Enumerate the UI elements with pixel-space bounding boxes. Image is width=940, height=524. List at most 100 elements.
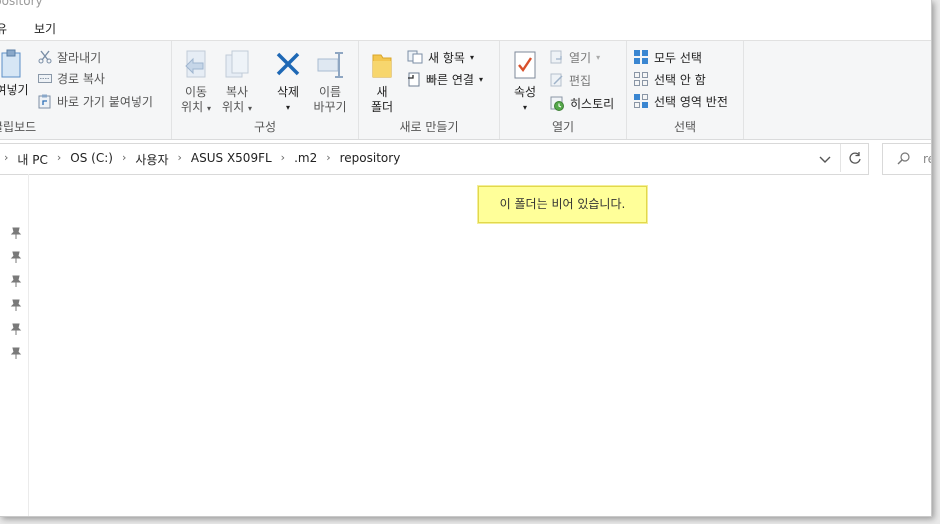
easy-access-icon	[408, 72, 420, 86]
group-organize: 이동 위치 ▾ 복사 위치 ▾ 삭제 ▾ 이름 바꾸기 구성	[172, 41, 359, 139]
window-title: pository	[0, 0, 43, 8]
breadcrumb-separator[interactable]: ›	[277, 151, 289, 168]
group-select-label: 선택	[673, 120, 697, 134]
group-new-label: 새로 만들기	[399, 120, 459, 134]
easy-access-dropdown-icon: ▾	[478, 74, 483, 84]
move-to-dropdown-icon: ▾	[206, 104, 211, 113]
history-button[interactable]: 히스토리	[550, 93, 614, 113]
scissors-icon	[38, 50, 52, 64]
pin-icon[interactable]	[10, 322, 22, 336]
new-item-label: 새 항목	[428, 50, 465, 65]
tab-share[interactable]: 유	[0, 20, 7, 37]
empty-folder-message: 이 폴더는 비어 있습니다.	[478, 186, 647, 223]
group-open-label: 열기	[551, 120, 575, 134]
select-none-button[interactable]: 선택 안 함	[633, 69, 706, 89]
new-folder-line1: 새	[376, 85, 388, 99]
select-none-label: 선택 안 함	[654, 72, 706, 87]
refresh-icon	[849, 152, 861, 164]
paste-shortcut-button[interactable]: 바로 가기 붙여넣기	[38, 91, 153, 111]
breadcrumb-this-pc[interactable]: 내 PC	[12, 151, 52, 168]
group-select: 모두 선택 선택 안 함 선택 영역 반전 선택	[627, 41, 744, 139]
navigation-pane	[0, 174, 29, 516]
breadcrumb-separator: ›	[4, 151, 9, 164]
breadcrumb: › 내 PC › OS (C:) › 사용자 › ASUS X509FL › .…	[0, 151, 405, 168]
paste-shortcut-icon	[38, 94, 51, 108]
properties-label: 속성	[513, 85, 537, 99]
open-label: 열기	[569, 50, 592, 65]
address-bar[interactable]: › 내 PC › OS (C:) › 사용자 › ASUS X509FL › .…	[0, 143, 869, 175]
delete-button[interactable]: 삭제 ▾	[270, 49, 306, 115]
select-all-icon	[634, 50, 648, 64]
new-folder-button[interactable]: 새 폴더	[365, 49, 399, 115]
new-item-icon	[407, 50, 423, 64]
breadcrumb-repository[interactable]: repository	[335, 151, 406, 168]
search-box[interactable]: re	[882, 143, 931, 175]
pin-icon[interactable]	[10, 226, 22, 240]
pin-icon[interactable]	[10, 250, 22, 264]
pin-icon[interactable]	[10, 346, 22, 360]
copy-path-icon	[38, 74, 52, 83]
cut-button[interactable]: 잘라내기	[38, 47, 101, 67]
pin-icon[interactable]	[10, 298, 22, 312]
paste-label: 여넣기	[0, 83, 29, 97]
group-organize-label: 구성	[253, 120, 277, 134]
copy-to-button[interactable]: 복사 위치 ▾	[217, 49, 257, 116]
open-icon	[550, 50, 562, 64]
open-button[interactable]: 열기 ▾	[550, 47, 600, 67]
ribbon: 여넣기 잘라내기 경로 복사	[0, 40, 931, 140]
pin-icon[interactable]	[10, 274, 22, 288]
copy-to-line2: 위치	[222, 100, 245, 114]
invert-selection-icon	[634, 94, 648, 108]
properties-icon	[514, 51, 536, 79]
tab-view[interactable]: 보기	[34, 20, 56, 37]
breadcrumb-separator[interactable]: ›	[118, 151, 130, 168]
new-item-button[interactable]: 새 항목 ▾	[407, 47, 474, 67]
breadcrumb-user-folder[interactable]: ASUS X509FL	[186, 151, 277, 168]
breadcrumb-separator[interactable]: ›	[53, 151, 65, 168]
copy-to-dropdown-icon: ▾	[247, 104, 252, 113]
breadcrumb-os-drive[interactable]: OS (C:)	[65, 151, 118, 168]
clipboard-icon	[1, 49, 21, 78]
copy-path-label: 경로 복사	[57, 71, 105, 86]
easy-access-button[interactable]: 빠른 연결 ▾	[407, 69, 483, 89]
easy-access-label: 빠른 연결	[426, 72, 474, 87]
copy-to-icon	[225, 50, 249, 78]
select-all-button[interactable]: 모두 선택	[633, 47, 702, 67]
properties-button[interactable]: 속성 ▾	[508, 49, 542, 115]
move-to-icon	[185, 50, 206, 78]
open-dropdown-icon: ▾	[596, 52, 601, 62]
cut-label: 잘라내기	[57, 50, 102, 65]
rename-icon	[317, 52, 343, 78]
new-item-dropdown-icon: ▾	[469, 52, 474, 62]
paste-shortcut-label: 바로 가기 붙여넣기	[57, 94, 153, 109]
folder-icon	[372, 54, 392, 78]
properties-dropdown-icon: ▾	[522, 103, 527, 112]
group-open: 속성 ▾ 열기 ▾ 편집 히스토리 열기	[500, 41, 627, 139]
copy-to-line1: 복사	[225, 85, 249, 99]
chevron-down-icon[interactable]	[816, 150, 834, 168]
delete-label: 삭제	[276, 85, 300, 99]
edit-button[interactable]: 편집	[550, 70, 591, 90]
move-to-line2: 위치	[181, 100, 204, 114]
select-none-icon	[634, 72, 648, 86]
move-to-button[interactable]: 이동 위치 ▾	[176, 49, 216, 116]
breadcrumb-users[interactable]: 사용자	[130, 151, 173, 168]
delete-x-icon	[276, 52, 300, 76]
history-icon	[550, 96, 564, 111]
move-to-line1: 이동	[184, 85, 208, 99]
paste-button[interactable]: 여넣기	[0, 49, 32, 98]
group-clipboard: 여넣기 잘라내기 경로 복사	[0, 41, 172, 139]
search-placeholder: re	[923, 152, 931, 166]
search-icon	[897, 152, 910, 165]
delete-dropdown-icon: ▾	[285, 103, 290, 112]
refresh-button[interactable]	[840, 144, 869, 172]
invert-selection-button[interactable]: 선택 영역 반전	[633, 91, 728, 111]
copy-path-button[interactable]: 경로 복사	[38, 68, 105, 88]
breadcrumb-m2[interactable]: .m2	[289, 151, 322, 168]
rename-line1: 이름	[318, 85, 342, 99]
rename-button[interactable]: 이름 바꾸기	[310, 49, 350, 115]
select-all-label: 모두 선택	[654, 50, 702, 65]
breadcrumb-separator[interactable]: ›	[174, 151, 186, 168]
group-new: 새 폴더 새 항목 ▾ 빠른 연결 ▾ 새로 만들기	[359, 41, 500, 139]
breadcrumb-separator[interactable]: ›	[322, 151, 334, 168]
